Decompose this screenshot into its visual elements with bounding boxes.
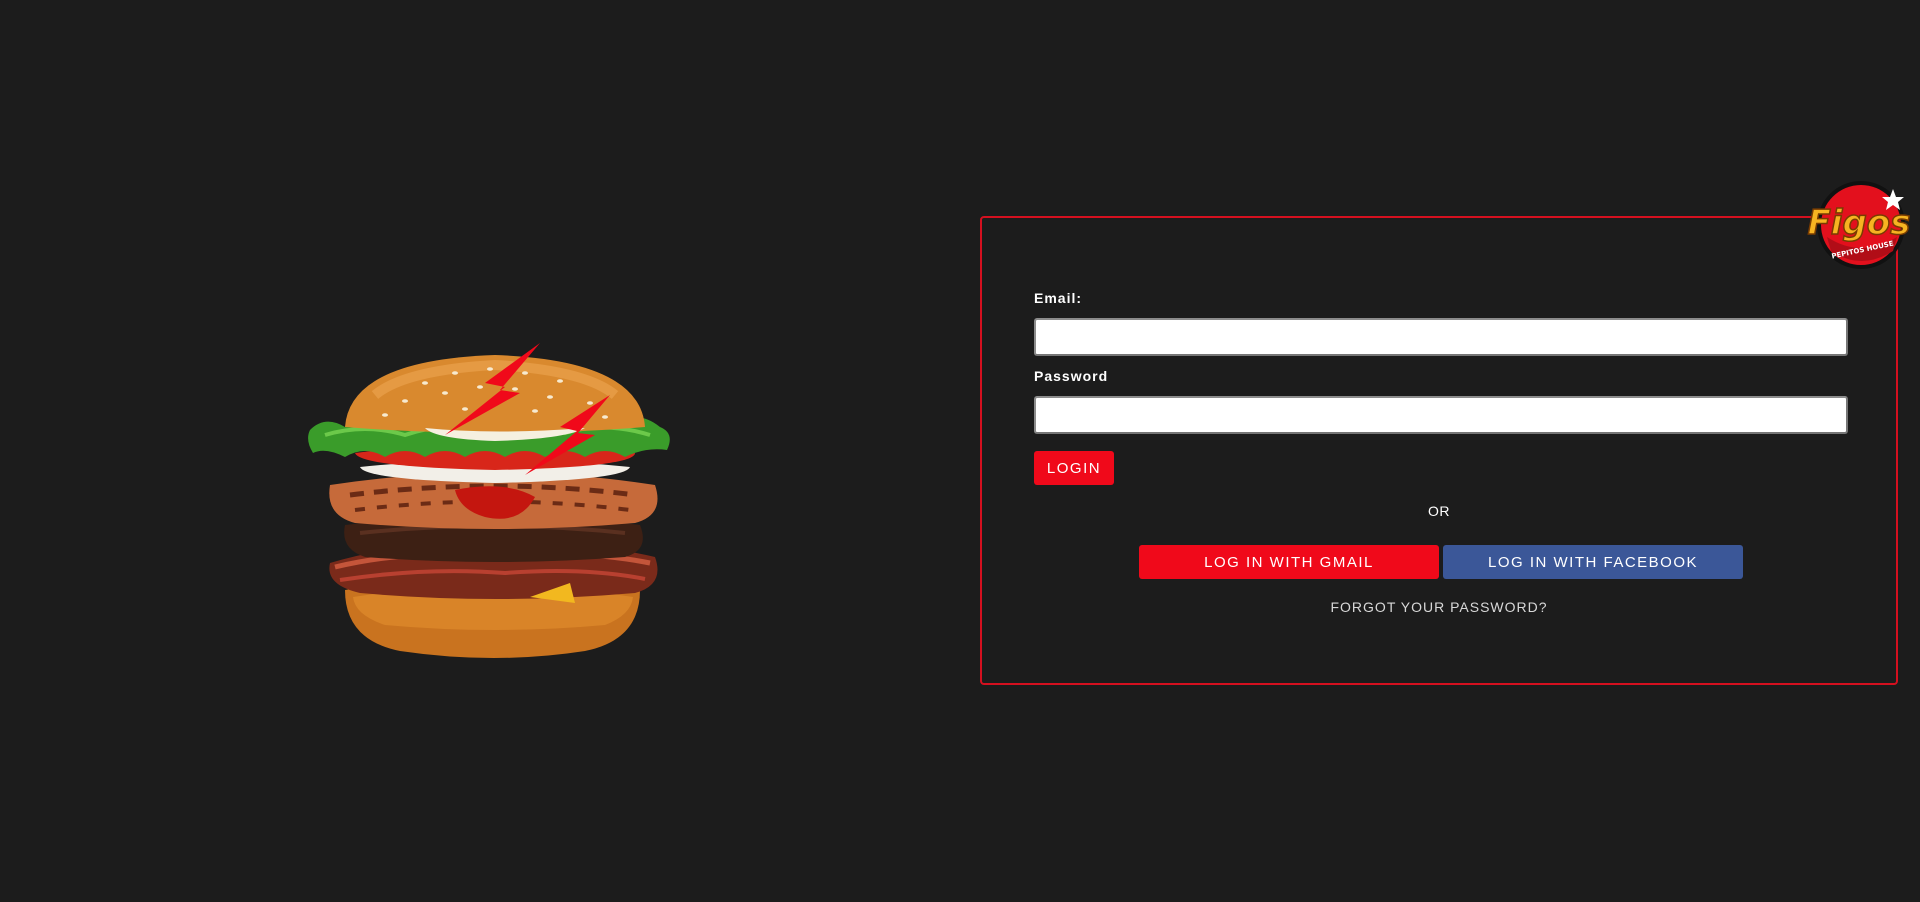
password-label: Password	[1034, 368, 1109, 384]
email-input[interactable]	[1034, 318, 1848, 356]
svg-text:Figos: Figos	[1808, 203, 1911, 243]
burger-illustration	[308, 343, 670, 658]
email-label: Email:	[1034, 290, 1083, 306]
login-button[interactable]: LOGIN	[1034, 451, 1114, 485]
burger-hero-image	[305, 335, 685, 665]
gmail-login-button[interactable]: LOG IN WITH GMAIL	[1139, 545, 1439, 579]
login-page: Email: Password LOGIN OR LOG IN WITH GMA…	[0, 0, 1920, 902]
or-divider-text: OR	[1428, 503, 1450, 519]
password-input[interactable]	[1034, 396, 1848, 434]
facebook-login-button[interactable]: LOG IN WITH FACEBOOK	[1443, 545, 1743, 579]
figos-logo-icon: Figos PEPITOS HOUSE	[1807, 181, 1911, 269]
forgot-password-link[interactable]: FORGOT YOUR PASSWORD?	[982, 599, 1896, 615]
figos-logo: Figos PEPITOS HOUSE	[1805, 179, 1913, 273]
login-card: Email: Password LOGIN OR LOG IN WITH GMA…	[980, 216, 1898, 685]
